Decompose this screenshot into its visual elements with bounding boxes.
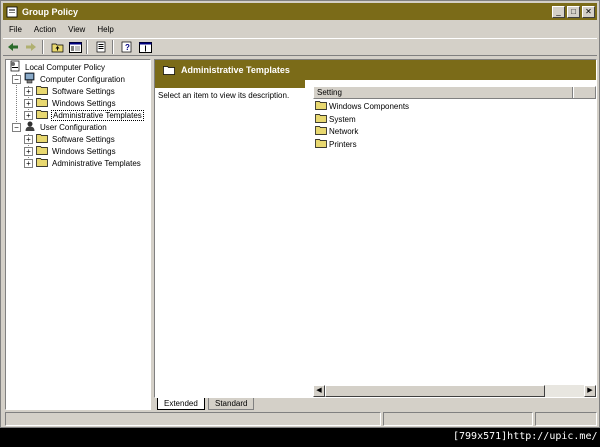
horizontal-scrollbar[interactable]: ◀ ▶ (313, 385, 596, 397)
tree-label: Software Settings (52, 134, 115, 144)
tab-extended[interactable]: Extended (157, 398, 205, 410)
collapse-toggle[interactable]: − (12, 122, 21, 132)
window-title: Group Policy (22, 6, 79, 17)
list-item-label: System (329, 114, 356, 124)
tree-item-computer-configuration[interactable]: − Computer Configuration (12, 72, 126, 86)
tree-label: Software Settings (52, 86, 115, 96)
tree-item-user-administrative-templates[interactable]: + Administrative Templates (24, 157, 142, 169)
folder-icon (36, 85, 48, 97)
folder-icon (315, 113, 327, 125)
folder-icon (36, 145, 48, 157)
expand-toggle[interactable]: + (24, 110, 33, 120)
menu-file[interactable]: File (3, 25, 28, 34)
tree-label: Computer Configuration (40, 74, 125, 84)
toolbar: ? (3, 38, 597, 56)
close-button[interactable]: ✕ (582, 5, 595, 18)
scroll-left-button[interactable]: ◀ (313, 385, 325, 397)
help-icon[interactable]: ? (119, 40, 135, 55)
tree-item-user-software-settings[interactable]: + Software Settings (24, 133, 116, 145)
expand-toggle[interactable]: + (24, 86, 33, 96)
folder-icon (315, 125, 327, 137)
status-pane (535, 412, 597, 426)
collapse-toggle[interactable]: − (12, 74, 21, 84)
status-pane (5, 412, 381, 426)
column-header-setting[interactable]: Setting (313, 86, 596, 99)
tree-label: Windows Settings (52, 98, 116, 108)
scroll-right-button[interactable]: ▶ (584, 385, 596, 397)
show-hide-tree-icon[interactable] (67, 40, 83, 55)
expand-toggle[interactable]: + (24, 98, 33, 108)
minimize-button[interactable]: _ (552, 5, 565, 18)
group-policy-window: Group Policy _ □ ✕ File Action View Help (0, 0, 600, 428)
column-header-label: Setting (317, 88, 342, 97)
tree-label: Local Computer Policy (25, 62, 106, 72)
up-one-level-icon[interactable] (49, 40, 65, 55)
list-item-label: Windows Components (329, 101, 410, 111)
tree-item-user-configuration[interactable]: − User Configuration (12, 121, 108, 133)
tree-pane[interactable]: Local Computer Policy − Computer Configu… (5, 59, 151, 410)
status-bar (5, 412, 597, 426)
list-item[interactable]: Windows Components (315, 100, 409, 112)
tree-item-user-windows-settings[interactable]: + Windows Settings (24, 145, 117, 157)
maximize-button[interactable]: □ (567, 5, 580, 18)
details-pane: Administrative Templates Select an item … (154, 59, 597, 398)
menu-action[interactable]: Action (28, 25, 62, 34)
folder-icon (163, 65, 175, 75)
back-arrow-icon[interactable] (5, 40, 21, 55)
tree-label: Administrative Templates (52, 158, 141, 168)
svg-text:?: ? (125, 43, 130, 52)
list-item-label: Network (329, 126, 359, 136)
tree-label-selected: Administrative Templates (51, 109, 144, 121)
computer-icon (24, 72, 36, 86)
expand-toggle[interactable]: + (24, 146, 33, 156)
list-item[interactable]: Network (315, 125, 358, 137)
description-text: Select an item to view its description. (158, 91, 290, 100)
properties-icon[interactable] (137, 40, 153, 55)
folder-icon (36, 133, 48, 145)
details-header: Administrative Templates (155, 60, 596, 80)
tree-item-computer-windows-settings[interactable]: + Windows Settings (24, 97, 117, 109)
details-header-title: Administrative Templates (181, 65, 290, 75)
user-icon (24, 120, 36, 134)
list-item[interactable]: System (315, 113, 356, 125)
policy-icon (9, 60, 21, 74)
view-tabs: Extended Standard (154, 398, 597, 411)
forward-arrow-icon[interactable] (23, 40, 39, 55)
expand-toggle[interactable]: + (24, 134, 33, 144)
toolbar-separator (112, 40, 114, 54)
folder-icon (36, 157, 48, 169)
toolbar-separator (86, 40, 88, 54)
tab-standard[interactable]: Standard (208, 398, 255, 410)
folder-icon (315, 100, 327, 112)
tree-item-computer-software-settings[interactable]: + Software Settings (24, 85, 116, 97)
export-list-icon[interactable] (93, 40, 109, 55)
toolbar-separator (42, 40, 44, 54)
folder-icon (315, 138, 327, 150)
header-band (155, 80, 305, 88)
menu-view[interactable]: View (62, 25, 91, 34)
tree-label: User Configuration (40, 122, 107, 132)
settings-list[interactable]: Setting Windows Components System Networ… (313, 84, 596, 397)
list-item[interactable]: Printers (315, 138, 357, 150)
status-pane (383, 412, 533, 426)
scroll-thumb[interactable] (325, 385, 545, 397)
menu-bar: File Action View Help (3, 22, 597, 37)
title-bar[interactable]: Group Policy _ □ ✕ (3, 3, 597, 20)
tree-item-computer-administrative-templates[interactable]: + Administrative Templates (24, 109, 144, 121)
folder-icon (36, 97, 48, 109)
watermark-text: [799x571]http://upic.me/ (453, 431, 598, 442)
list-item-label: Printers (329, 139, 357, 149)
group-policy-app-icon (5, 5, 19, 19)
tree-label: Windows Settings (52, 146, 116, 156)
menu-help[interactable]: Help (91, 25, 119, 34)
expand-toggle[interactable]: + (24, 158, 33, 168)
column-divider[interactable] (572, 87, 574, 98)
folder-icon (36, 109, 48, 121)
